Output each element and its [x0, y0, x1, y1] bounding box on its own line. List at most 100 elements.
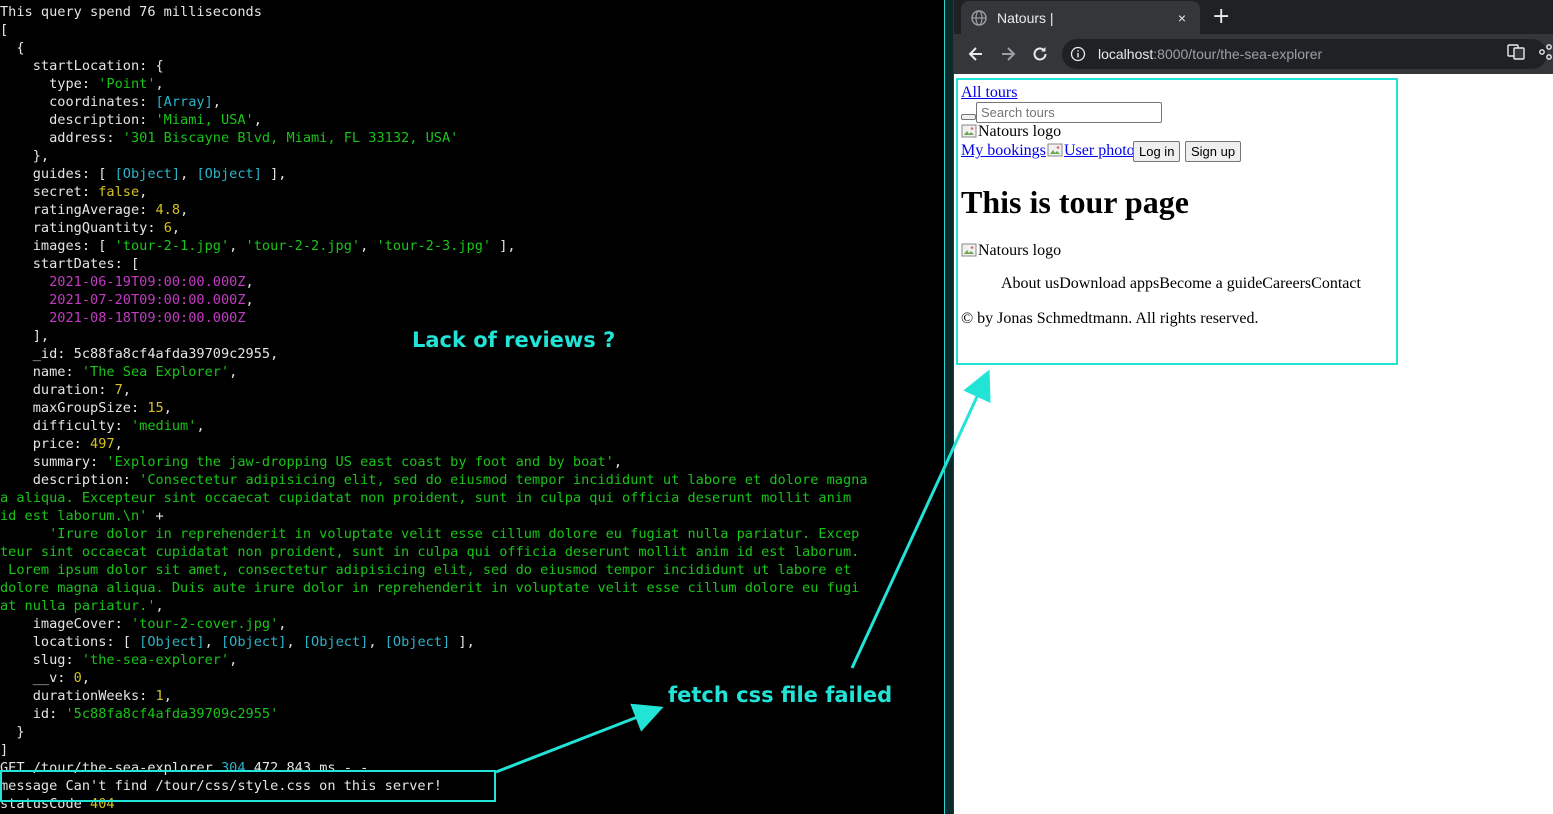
terminal-line: price: 497, [0, 435, 123, 453]
terminal-token: a aliqua. Excepteur sint occaecat cupida… [0, 490, 852, 506]
terminal-token: 'medium' [130, 418, 197, 434]
terminal-line: ratingAverage: 4.8, [0, 201, 189, 219]
terminal-line: 'Irure dolor in reprehenderit in volupta… [0, 525, 859, 543]
terminal-token: duration: [0, 382, 115, 398]
terminal-line: __v: 0, [0, 669, 90, 687]
back-arrow-icon[interactable] [966, 44, 986, 64]
address-bar-actions [1507, 43, 1553, 61]
terminal-token: , [163, 688, 172, 704]
terminal-line: 2021-06-19T09:00:00.000Z, [0, 273, 254, 291]
terminal-token: summary: [0, 454, 107, 470]
terminal-token: Lorem ipsum dolor sit amet, consectetur … [0, 562, 852, 578]
terminal-token: maxGroupSize: [0, 400, 148, 416]
terminal-token: 'tour-2-3.jpg' [376, 238, 492, 254]
url-host: localhost [1098, 46, 1154, 62]
terminal-line: Lorem ipsum dolor sit amet, consectetur … [0, 561, 851, 579]
terminal-line: _id: 5c88fa8cf4afda39709c2955, [0, 345, 279, 363]
terminal-token: imageCover: [0, 616, 131, 632]
site-info-icon[interactable] [1070, 46, 1086, 62]
address-bar[interactable]: localhost:8000/tour/the-sea-explorer [1062, 39, 1547, 69]
terminal-line: 2021-08-18T09:00:00.000Z [0, 309, 246, 327]
terminal-token: 2021-08-18T09:00:00.000Z [0, 310, 246, 326]
terminal-token: This query spend 76 milliseconds [0, 4, 262, 20]
highlight-box-error [0, 770, 496, 802]
terminal-token: , [155, 598, 164, 614]
terminal-token: 2021-06-19T09:00:00.000Z [0, 274, 246, 290]
terminal-line: duration: 7, [0, 381, 131, 399]
terminal-token: }, [0, 148, 50, 164]
terminal-token: type: [0, 76, 99, 92]
reload-icon[interactable] [1030, 44, 1050, 64]
terminal-token: , [114, 436, 123, 452]
terminal-line: } [0, 723, 25, 741]
terminal-token: id: [0, 706, 66, 722]
terminal-line: summary: 'Exploring the jaw-dropping US … [0, 453, 622, 471]
terminal-token: 497 [90, 436, 115, 452]
terminal-token: 'tour-2-2.jpg' [245, 238, 361, 254]
terminal-line: ratingQuantity: 6, [0, 219, 180, 237]
terminal-line: address: '301 Biscayne Blvd, Miami, FL 3… [0, 129, 458, 147]
terminal-line: difficulty: 'medium', [0, 417, 205, 435]
terminal-line: description: 'Miami, USA', [0, 111, 262, 129]
terminal-line: secret: false, [0, 183, 148, 201]
terminal-token: ], [450, 634, 475, 650]
terminal-token: price: [0, 436, 91, 452]
terminal-token: , [613, 454, 623, 470]
terminal-token: teur sint occaecat cupidatat non proiden… [0, 544, 860, 560]
terminal-token: , [245, 292, 254, 308]
terminal-token: [Object] [114, 166, 181, 182]
terminal-token: , [196, 418, 205, 434]
terminal-token: 'Consectetur adipisicing elit, sed do ei… [139, 472, 868, 488]
terminal-token: dolore magna aliqua. Duis aute irure dol… [0, 580, 860, 596]
terminal-token: [Object] [196, 166, 262, 182]
terminal-token: startLocation: { [0, 58, 164, 74]
terminal-token: [Object] [384, 634, 451, 650]
terminal-token: } [0, 724, 25, 740]
terminal-token: , [204, 634, 221, 650]
terminal-line: imageCover: 'tour-2-cover.jpg', [0, 615, 287, 633]
browser-tab[interactable]: Natours | × [961, 1, 1200, 34]
terminal-line: slug: 'the-sea-explorer', [0, 651, 238, 669]
new-tab-icon[interactable]: + [1212, 4, 1230, 29]
terminal-line: coordinates: [Array], [0, 93, 221, 111]
terminal-line: name: 'The Sea Explorer', [0, 363, 238, 381]
terminal-token: 'Point' [98, 76, 156, 92]
terminal-token: __v: [0, 670, 74, 686]
terminal-token: startDates: [ [0, 256, 140, 272]
terminal-token: [Object] [302, 634, 369, 650]
close-tab-icon[interactable]: × [1174, 10, 1190, 26]
terminal-token: , [212, 94, 221, 110]
terminal-token: , [171, 220, 181, 236]
translate-icon[interactable] [1507, 43, 1525, 61]
terminal-token: [ [0, 22, 9, 38]
terminal-token: locations: [ [0, 634, 140, 650]
forward-arrow-icon[interactable] [998, 44, 1018, 64]
pane-divider[interactable] [944, 0, 954, 814]
terminal-token: 4.8 [155, 202, 181, 218]
terminal-line: [ [0, 21, 8, 39]
terminal-token: 0 [73, 670, 82, 686]
annotation-fetch-css-failed: fetch css file failed [668, 683, 893, 707]
terminal-token: difficulty: [0, 418, 131, 434]
terminal-token: at nulla pariatur.' [0, 598, 156, 614]
terminal-token: , [139, 184, 148, 200]
terminal-token: , [180, 202, 189, 218]
terminal-token: description: [0, 472, 140, 488]
share-icon[interactable] [1539, 43, 1553, 61]
terminal-token: ], [0, 328, 50, 344]
terminal-line: id est laborum.\n' + [0, 507, 164, 525]
terminal-line: This query spend 76 milliseconds [0, 3, 262, 21]
tab-title: Natours | [997, 9, 1054, 26]
terminal-line: id: '5c88fa8cf4afda39709c2955' [0, 705, 279, 723]
terminal-token: , [229, 652, 238, 668]
terminal-token: 15 [147, 400, 164, 416]
terminal-line: startLocation: { [0, 57, 164, 75]
terminal-token: , [229, 238, 246, 254]
terminal-token: , [360, 238, 377, 254]
terminal-token: false [98, 184, 140, 200]
tab-strip: Natours | × + [954, 0, 1553, 34]
terminal-token: ], [261, 166, 287, 182]
terminal-token: , [278, 616, 287, 632]
terminal-line: teur sint occaecat cupidatat non proiden… [0, 543, 859, 561]
terminal-token: , [286, 634, 303, 650]
